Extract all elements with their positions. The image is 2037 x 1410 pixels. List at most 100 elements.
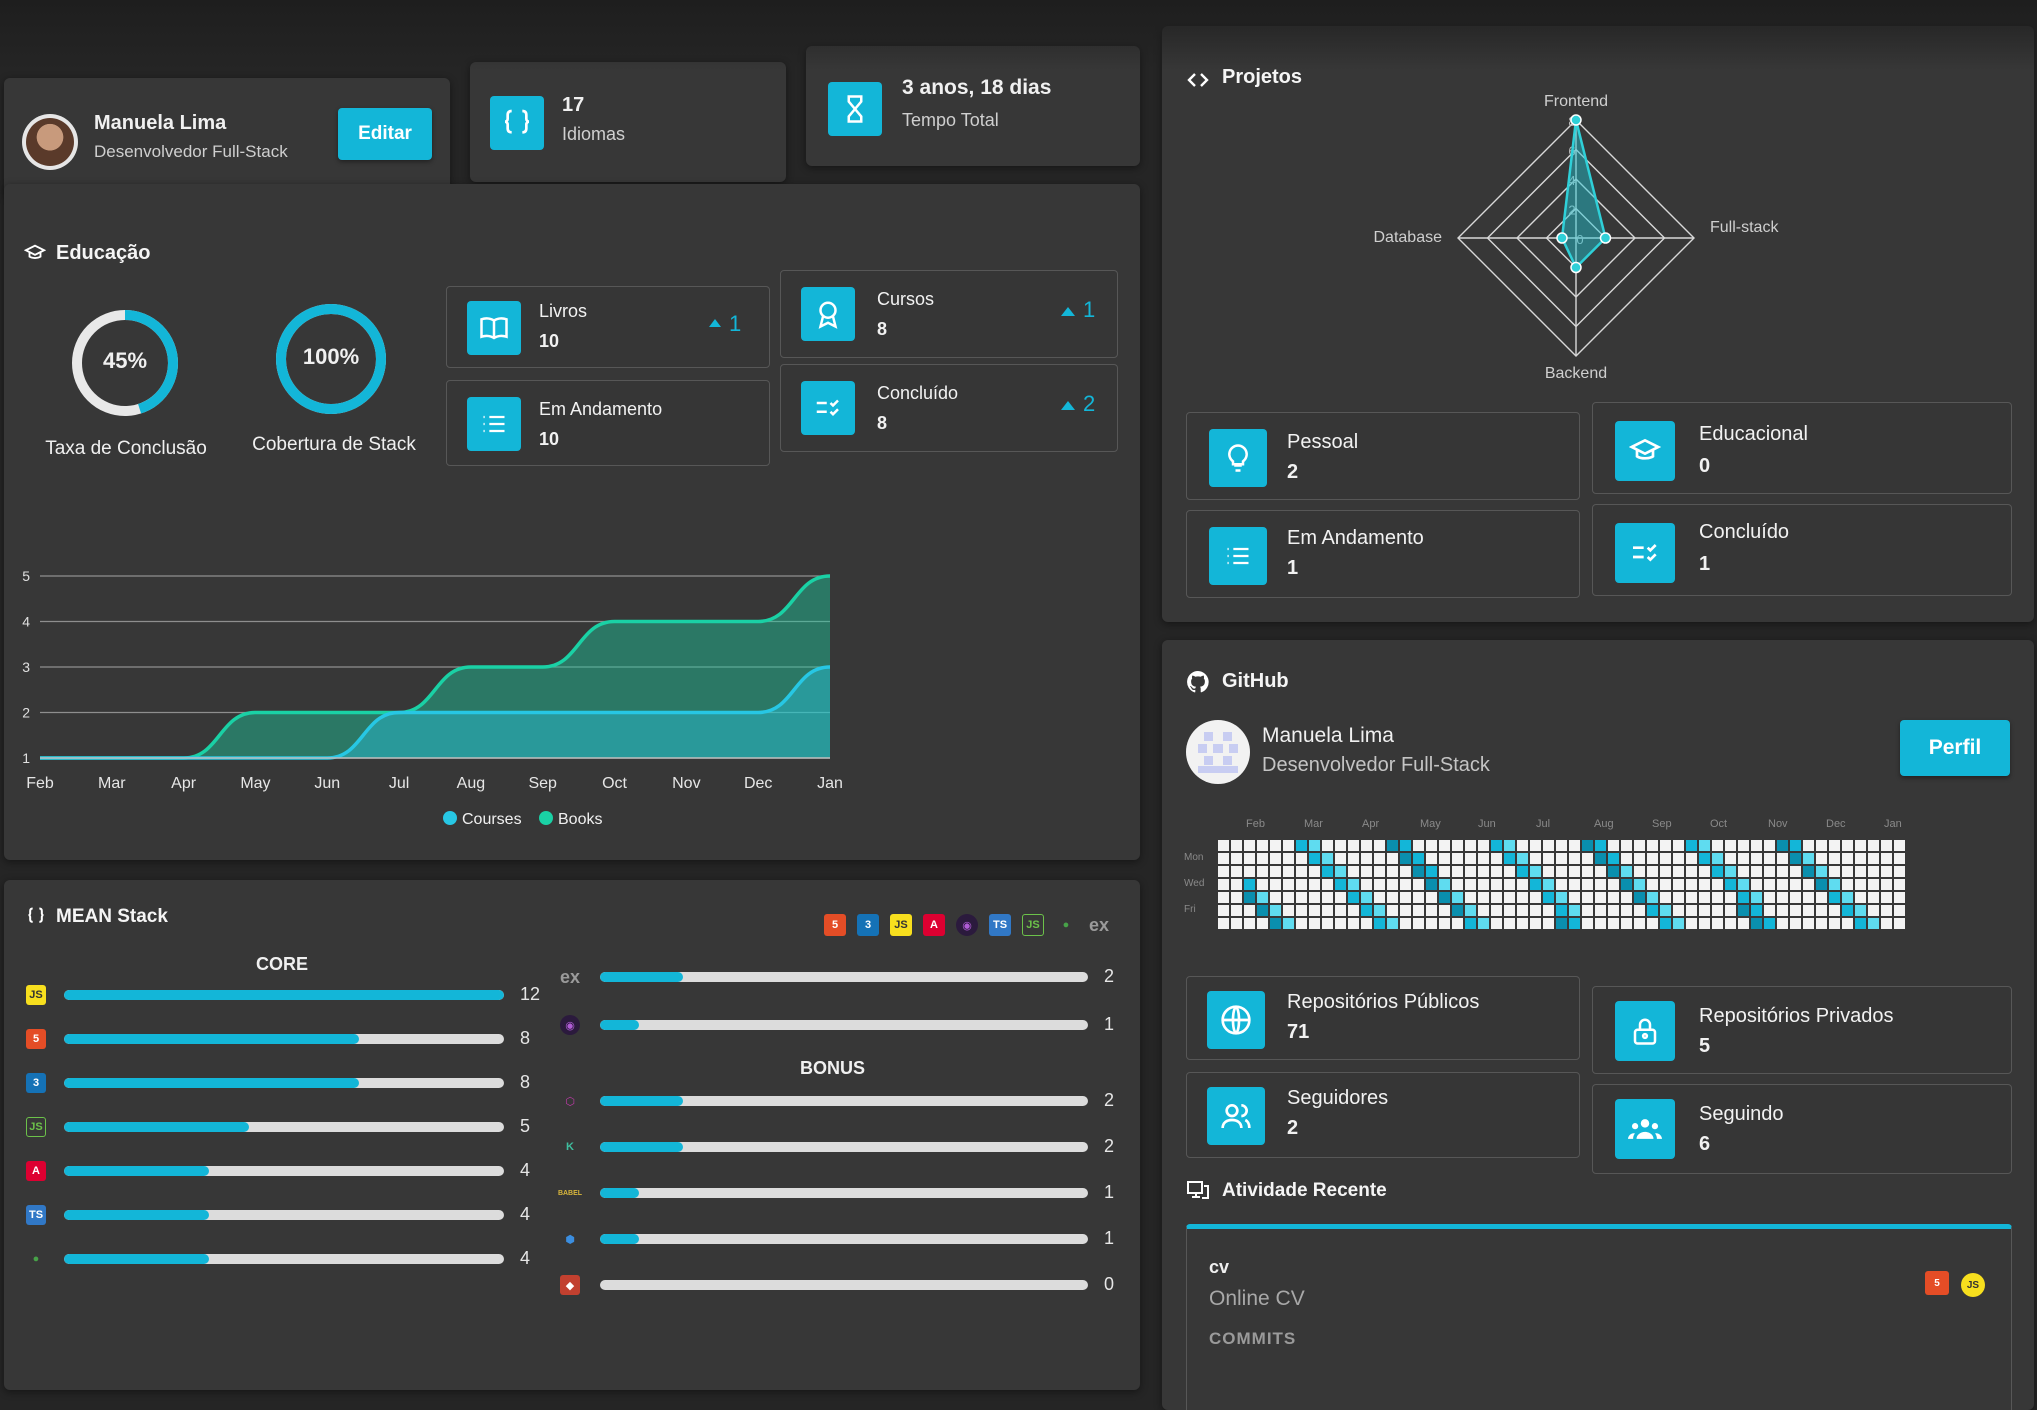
contribution-cell[interactable] [1465,866,1476,877]
contribution-cell[interactable] [1699,918,1710,929]
contribution-cell[interactable] [1634,905,1645,916]
contribution-cell[interactable] [1556,905,1567,916]
contribution-cell[interactable] [1322,866,1333,877]
contribution-cell[interactable] [1894,853,1905,864]
contribution-cell[interactable] [1725,853,1736,864]
contribution-cell[interactable] [1595,879,1606,890]
contribution-cell[interactable] [1712,853,1723,864]
contribution-cell[interactable] [1270,905,1281,916]
contribution-cell[interactable] [1426,892,1437,903]
contribution-cell[interactable] [1829,905,1840,916]
contribution-cell[interactable] [1374,853,1385,864]
contribution-cell[interactable] [1621,866,1632,877]
contribution-cell[interactable] [1218,866,1229,877]
contribution-cell[interactable] [1829,853,1840,864]
contribution-cell[interactable] [1296,905,1307,916]
books-tile[interactable]: Livros 10 1 [446,286,770,368]
contribution-cell[interactable] [1868,866,1879,877]
contribution-cell[interactable] [1738,879,1749,890]
contribution-cell[interactable] [1881,866,1892,877]
contribution-cell[interactable] [1413,866,1424,877]
contribution-cell[interactable] [1452,853,1463,864]
contribution-cell[interactable] [1231,853,1242,864]
contribution-cell[interactable] [1686,905,1697,916]
contribution-cell[interactable] [1218,892,1229,903]
contribution-cell[interactable] [1816,892,1827,903]
contribution-cell[interactable] [1335,918,1346,929]
contribution-cell[interactable] [1751,866,1762,877]
contribution-cell[interactable] [1296,918,1307,929]
contribution-cell[interactable] [1322,879,1333,890]
contribution-cell[interactable] [1647,879,1658,890]
contribution-cell[interactable] [1322,905,1333,916]
contribution-cell[interactable] [1517,853,1528,864]
contribution-cell[interactable] [1257,840,1268,851]
contribution-cell[interactable] [1751,905,1762,916]
contribution-cell[interactable] [1855,866,1866,877]
contribution-cell[interactable] [1504,866,1515,877]
contribution-cell[interactable] [1465,840,1476,851]
contribution-cell[interactable] [1673,905,1684,916]
contribution-cell[interactable] [1257,879,1268,890]
contribution-cell[interactable] [1751,892,1762,903]
contribution-cell[interactable] [1881,840,1892,851]
contribution-cell[interactable] [1673,892,1684,903]
contribution-cell[interactable] [1387,840,1398,851]
contribution-cell[interactable] [1790,918,1801,929]
contribution-cell[interactable] [1426,853,1437,864]
contribution-cell[interactable] [1777,918,1788,929]
contribution-cell[interactable] [1530,918,1541,929]
contribution-cell[interactable] [1374,866,1385,877]
contribution-cell[interactable] [1673,879,1684,890]
contribution-cell[interactable] [1283,853,1294,864]
contribution-cell[interactable] [1634,918,1645,929]
contribution-cell[interactable] [1361,853,1372,864]
contribution-cell[interactable] [1322,853,1333,864]
contribution-cell[interactable] [1491,905,1502,916]
contribution-cell[interactable] [1855,892,1866,903]
contribution-cell[interactable] [1634,866,1645,877]
contribution-cell[interactable] [1387,866,1398,877]
contribution-cell[interactable] [1439,840,1450,851]
contribution-cell[interactable] [1543,892,1554,903]
contribution-cell[interactable] [1868,918,1879,929]
contribution-cell[interactable] [1296,840,1307,851]
contribution-cell[interactable] [1738,840,1749,851]
contribution-cell[interactable] [1400,866,1411,877]
contribution-cell[interactable] [1647,905,1658,916]
contribution-cell[interactable] [1725,892,1736,903]
contribution-cell[interactable] [1439,892,1450,903]
contribution-cell[interactable] [1660,853,1671,864]
contribution-cell[interactable] [1621,879,1632,890]
contribution-cell[interactable] [1218,840,1229,851]
contribution-cell[interactable] [1530,840,1541,851]
contribution-cell[interactable] [1712,905,1723,916]
contribution-cell[interactable] [1660,866,1671,877]
contribution-cell[interactable] [1660,918,1671,929]
contribution-cell[interactable] [1803,905,1814,916]
contribution-cell[interactable] [1478,866,1489,877]
contribution-cell[interactable] [1699,853,1710,864]
contribution-cell[interactable] [1777,866,1788,877]
contribution-cell[interactable] [1686,840,1697,851]
contribution-cell[interactable] [1400,879,1411,890]
contribution-cell[interactable] [1387,879,1398,890]
contribution-cell[interactable] [1569,879,1580,890]
contribution-cell[interactable] [1660,840,1671,851]
contribution-cell[interactable] [1673,853,1684,864]
contribution-cell[interactable] [1582,892,1593,903]
contribution-cell[interactable] [1608,879,1619,890]
contribution-cell[interactable] [1829,879,1840,890]
contribution-cell[interactable] [1504,840,1515,851]
contribution-cell[interactable] [1673,840,1684,851]
contribution-cell[interactable] [1309,853,1320,864]
contribution-cell[interactable] [1491,918,1502,929]
contribution-cell[interactable] [1478,879,1489,890]
contribution-cell[interactable] [1504,853,1515,864]
contribution-cell[interactable] [1504,918,1515,929]
contribution-cell[interactable] [1517,905,1528,916]
contribution-cell[interactable] [1348,879,1359,890]
contribution-cell[interactable] [1387,905,1398,916]
contribution-cell[interactable] [1257,866,1268,877]
contribution-cell[interactable] [1335,840,1346,851]
